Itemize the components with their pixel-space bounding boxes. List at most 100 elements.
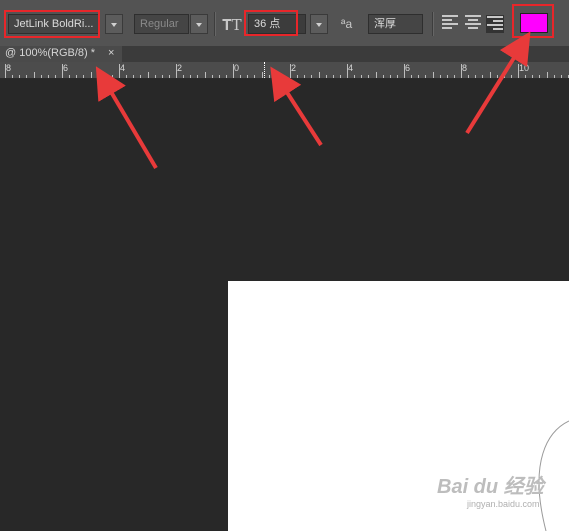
ruler-tick xyxy=(76,75,77,78)
ruler-tick xyxy=(490,72,491,78)
document-tab-title: @ 100%(RGB/8) * xyxy=(5,47,96,59)
ruler-tick xyxy=(440,75,441,78)
ruler-tick xyxy=(133,75,134,78)
ruler-tick xyxy=(233,64,234,78)
antialias-icon: ªa xyxy=(341,17,353,31)
ruler-tick xyxy=(539,75,540,78)
ruler-tick xyxy=(119,64,120,78)
ruler-tick xyxy=(197,75,198,78)
ruler-tick xyxy=(26,75,27,78)
document-tab[interactable]: @ 100%(RGB/8) * × xyxy=(0,46,122,62)
ruler-tick xyxy=(461,64,462,78)
ruler-tick xyxy=(497,75,498,78)
ruler-tick xyxy=(454,75,455,78)
ruler-tick xyxy=(48,75,49,78)
ruler-tick xyxy=(290,64,291,78)
watermark-brand: Bai du 经验 xyxy=(437,476,544,498)
ruler-tick xyxy=(411,75,412,78)
ruler-tick xyxy=(340,75,341,78)
ruler-tick xyxy=(112,75,113,78)
ruler-tick xyxy=(269,75,270,78)
ruler-tick xyxy=(69,75,70,78)
ruler-tick xyxy=(176,64,177,78)
horizontal-ruler[interactable]: 8 6 4 2 0 2 4 6 8 10 xyxy=(0,62,569,79)
align-right-icon[interactable] xyxy=(486,15,504,33)
ruler-tick xyxy=(311,75,312,78)
ruler-tick xyxy=(518,64,519,78)
ruler-tick xyxy=(105,75,106,78)
antialias-select[interactable]: 浑厚 xyxy=(368,14,423,34)
font-size-highlight xyxy=(244,10,298,36)
ruler-tick xyxy=(376,72,377,78)
ruler-tick xyxy=(212,75,213,78)
ruler-tick xyxy=(425,75,426,78)
watermark: Bai du 经验 jingyan.baidu.com xyxy=(437,470,567,530)
ruler-tick xyxy=(404,64,405,78)
watermark-url: jingyan.baidu.com xyxy=(467,499,540,509)
ruler-tick xyxy=(447,75,448,78)
ruler-label: 6 xyxy=(405,63,411,73)
font-style-select[interactable]: Regular xyxy=(134,14,189,34)
arrow-to-font-size xyxy=(270,66,323,147)
ruler-tick xyxy=(276,75,277,78)
ruler-tick xyxy=(433,72,434,78)
ruler-tick xyxy=(532,75,533,78)
ruler-tick xyxy=(12,75,13,78)
font-size-dropdown-button[interactable] xyxy=(310,14,328,34)
ruler-tick xyxy=(304,75,305,78)
arrow-to-font-family xyxy=(95,66,158,170)
ruler-tick xyxy=(98,75,99,78)
ruler-tick xyxy=(5,64,6,78)
ruler-tick xyxy=(262,72,263,78)
font-family-highlight xyxy=(4,10,100,38)
separator xyxy=(432,12,434,36)
ruler-tick xyxy=(162,75,163,78)
align-center-icon[interactable] xyxy=(465,15,481,31)
text-options-bar: JetLink BoldRi... Regular 𝐓T 36 点 ªa 浑厚 xyxy=(0,0,569,47)
ruler-label: 10 xyxy=(519,63,530,73)
ruler-tick xyxy=(41,75,42,78)
ruler-tick xyxy=(148,72,149,78)
ruler-tick xyxy=(347,64,348,78)
ruler-tick xyxy=(240,75,241,78)
ruler-tick xyxy=(333,75,334,78)
ruler-tick xyxy=(383,75,384,78)
ruler-tick xyxy=(319,72,320,78)
ruler-label: 6 xyxy=(63,63,69,73)
ruler-tick xyxy=(140,75,141,78)
ruler-tick xyxy=(219,75,220,78)
text-color-highlight xyxy=(512,4,554,38)
font-style-dropdown-button[interactable] xyxy=(190,14,208,34)
ruler-label: 8 xyxy=(462,63,468,73)
ruler-tick xyxy=(83,75,84,78)
ruler-label: 0 xyxy=(234,63,240,73)
font-size-icon: 𝐓T xyxy=(222,16,242,34)
separator xyxy=(214,12,216,36)
ruler-label: 4 xyxy=(348,63,354,73)
ruler-tick xyxy=(504,75,505,78)
ruler-tick xyxy=(55,75,56,78)
ruler-tick xyxy=(254,75,255,78)
ruler-tick xyxy=(547,72,548,78)
ruler-tick xyxy=(554,75,555,78)
ruler-tick xyxy=(297,75,298,78)
ruler-tick xyxy=(205,72,206,78)
ruler-tick xyxy=(19,75,20,78)
ruler-label: 8 xyxy=(6,63,12,73)
ruler-tick xyxy=(561,75,562,78)
font-family-dropdown-button[interactable] xyxy=(105,14,123,34)
ruler-tick xyxy=(283,75,284,78)
ruler-tick xyxy=(418,75,419,78)
close-icon[interactable]: × xyxy=(108,46,114,61)
ruler-tick xyxy=(91,72,92,78)
ruler-tick xyxy=(390,75,391,78)
ruler-tick xyxy=(368,75,369,78)
align-left-icon[interactable] xyxy=(442,15,458,31)
ruler-label: 2 xyxy=(177,63,183,73)
ruler-tick xyxy=(226,75,227,78)
ruler-label: 4 xyxy=(120,63,126,73)
ruler-cursor-marker xyxy=(264,62,265,78)
ruler-tick xyxy=(525,75,526,78)
ruler-tick xyxy=(62,64,63,78)
ruler-tick xyxy=(361,75,362,78)
